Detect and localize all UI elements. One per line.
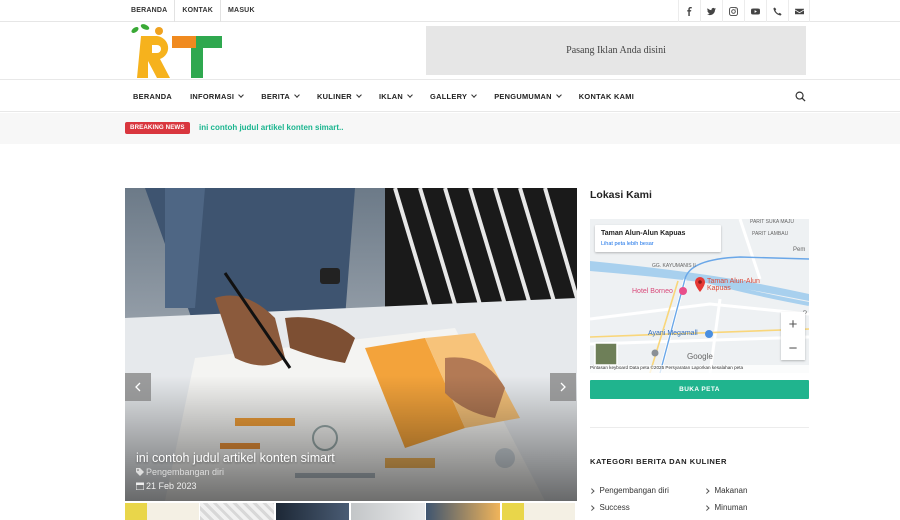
chevron-right-icon <box>589 488 595 493</box>
nav-label: KONTAK KAMI <box>578 92 635 101</box>
map-brand: Google <box>687 352 713 361</box>
map-view-larger-link[interactable]: Lihat peta lebih besar <box>601 241 654 247</box>
zoom-out-button[interactable]: − <box>781 336 805 360</box>
calendar-icon <box>136 482 144 490</box>
category-link-pengembangan-diri[interactable]: Pengembangan diri <box>589 486 669 495</box>
phone-icon[interactable] <box>766 0 788 22</box>
chevron-down-icon <box>407 92 413 98</box>
chevron-right-icon <box>704 488 710 493</box>
category-label: Makanan <box>714 486 748 495</box>
top-links: BERANDA KONTAK MASUK <box>125 0 262 22</box>
nav-label: KULINER <box>317 92 352 101</box>
search-icon[interactable] <box>795 91 806 102</box>
category-label: Pengembangan diri <box>599 486 669 495</box>
slider-thumbnail[interactable] <box>501 503 576 520</box>
nav-beranda[interactable]: BERANDA <box>133 92 172 101</box>
map-info-card: Taman Alun-Alun Kapuas Lihat peta lebih … <box>595 225 721 252</box>
slider-thumbnail[interactable] <box>350 503 425 520</box>
instagram-icon[interactable] <box>722 0 744 22</box>
slide-date-label: 21 Feb 2023 <box>146 481 197 491</box>
location-title: Lokasi Kami <box>590 189 652 201</box>
social-links <box>678 0 810 22</box>
site-logo[interactable] <box>128 24 226 78</box>
slide-title[interactable]: ini contoh judul artikel konten simart <box>136 451 335 465</box>
map-area-label: PARIT SUKA MAJU <box>750 219 794 225</box>
nav-label: BERITA <box>261 92 290 101</box>
zoom-in-button[interactable]: + <box>781 312 805 336</box>
category-link-success[interactable]: Success <box>589 503 630 512</box>
map-footer: Pintasan keyboard Data peta ©2025 Persya… <box>590 365 744 370</box>
slide-category-label: Pengembangan diri <box>146 467 225 477</box>
nav-label: BERANDA <box>133 92 173 101</box>
youtube-icon[interactable] <box>744 0 766 22</box>
map-pin-label: Taman Alun-Alun Kapuas <box>707 278 760 292</box>
breaking-news-badge: BREAKING NEWS <box>125 122 190 134</box>
map-area-label: GG. KAYUMANIS II <box>652 263 696 269</box>
slide-category[interactable]: Pengembangan diri <box>136 467 224 477</box>
chevron-right-icon <box>560 382 566 392</box>
map-poi-mall: Ayani Megamall <box>648 330 698 337</box>
breaking-news-bar: BREAKING NEWS ini contoh judul artikel k… <box>0 113 900 144</box>
slide-date: 21 Feb 2023 <box>136 481 197 491</box>
ad-banner[interactable]: Pasang Iklan Anda disini <box>426 26 806 75</box>
slider-thumbnail[interactable] <box>125 503 199 520</box>
nav-iklan[interactable]: IKLAN <box>378 92 413 101</box>
map-place-name: Taman Alun-Alun Kapuas <box>601 230 686 237</box>
mail-icon[interactable] <box>788 0 810 22</box>
chevron-down-icon <box>555 92 562 98</box>
category-label: Success <box>599 503 630 512</box>
slider-thumbnails <box>125 503 577 520</box>
slider-thumbnail[interactable] <box>275 503 350 520</box>
nav-kontak-kami[interactable]: KONTAK KAMI <box>579 92 634 101</box>
slider-prev-button[interactable] <box>125 373 151 401</box>
map-poi-hotel: Hotel Borneo <box>632 288 673 295</box>
nav-gallery[interactable]: GALLERY <box>430 92 478 101</box>
main-nav: BERANDA INFORMASI BERITA KULINER IKLAN G… <box>0 79 900 112</box>
top-link-kontak[interactable]: KONTAK <box>175 0 222 22</box>
chevron-left-icon <box>135 382 141 392</box>
chevron-right-icon <box>589 505 595 510</box>
nav-pengumuman[interactable]: PENGUMUMAN <box>494 92 562 101</box>
open-map-button[interactable]: BUKA PETA <box>590 380 809 399</box>
chevron-right-icon <box>704 505 710 510</box>
top-bar: BERANDA KONTAK MASUK <box>0 0 900 22</box>
nav-berita[interactable]: BERITA <box>261 92 300 101</box>
category-link-makanan[interactable]: Makanan <box>704 486 748 495</box>
tag-icon <box>136 468 144 476</box>
map-area-label: PARIT LAMBAU <box>752 231 789 237</box>
map-zoom-controls: + − <box>781 312 805 360</box>
category-link-minuman[interactable]: Minuman <box>704 503 748 512</box>
nav-label: IKLAN <box>378 92 404 101</box>
slider-thumbnail[interactable] <box>200 503 275 520</box>
chevron-down-icon <box>294 92 300 98</box>
chevron-down-icon <box>356 92 362 98</box>
nav-label: PENGUMUMAN <box>494 92 552 101</box>
chevron-down-icon <box>238 92 245 98</box>
twitter-icon[interactable] <box>700 0 722 22</box>
nav-kuliner[interactable]: KULINER <box>317 92 362 101</box>
category-label: Minuman <box>714 503 748 512</box>
nav-informasi[interactable]: INFORMASI <box>190 92 245 101</box>
breaking-news-headline[interactable]: ini contoh judul artikel konten simart.. <box>199 123 343 132</box>
facebook-icon[interactable] <box>678 0 700 22</box>
top-link-beranda[interactable]: BERANDA <box>125 0 176 22</box>
map-area-label: Pem <box>793 247 806 253</box>
slider-next-button[interactable] <box>550 373 576 401</box>
nav-label: INFORMASI <box>190 92 235 101</box>
category-title: KATEGORI BERITA DAN KULINER <box>590 457 727 466</box>
top-link-masuk[interactable]: MASUK <box>221 0 262 22</box>
slider-thumbnail[interactable] <box>426 503 501 520</box>
nav-label: GALLERY <box>430 92 468 101</box>
chevron-down-icon <box>471 92 478 98</box>
sidebar-divider <box>590 427 809 428</box>
